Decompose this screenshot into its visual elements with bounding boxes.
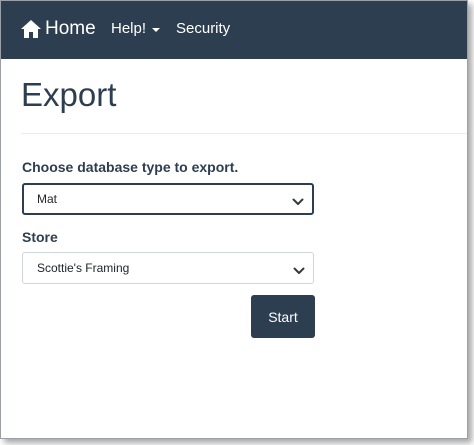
caret-down-icon <box>152 28 161 32</box>
start-button[interactable]: Start <box>251 295 315 338</box>
db-type-selected-value: Mat <box>37 192 58 206</box>
help-label: Help! <box>111 20 147 37</box>
store-selected-value: Scottie's Framing <box>37 261 130 275</box>
chevron-down-icon <box>293 263 305 281</box>
store-select[interactable]: Scottie's Framing <box>22 252 314 284</box>
home-icon <box>20 19 42 39</box>
db-type-label: Choose database type to export. <box>22 159 239 175</box>
chevron-down-icon <box>292 194 304 212</box>
security-link[interactable]: Security <box>176 20 230 38</box>
app-window: Home Help! Security Export Choose databa… <box>0 0 468 439</box>
home-link[interactable]: Home <box>20 16 96 42</box>
top-navbar: Home Help! Security <box>1 1 467 59</box>
security-label: Security <box>176 20 231 37</box>
page-title: Export <box>21 76 117 113</box>
title-divider <box>21 133 467 134</box>
db-type-select[interactable]: Mat <box>22 183 314 215</box>
help-dropdown[interactable]: Help! <box>111 20 161 38</box>
home-label: Home <box>45 18 96 39</box>
store-label: Store <box>22 229 58 245</box>
